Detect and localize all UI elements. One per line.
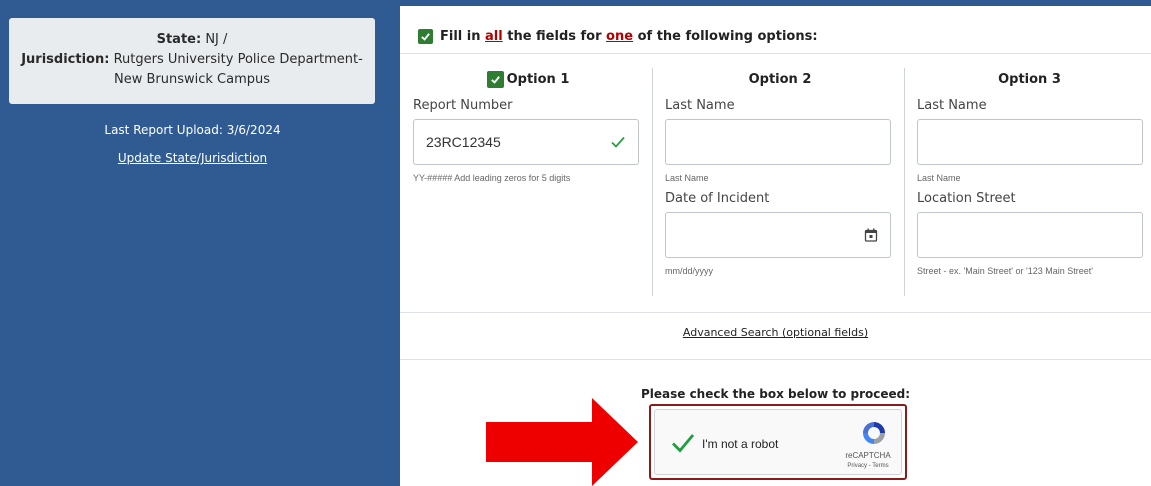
- jurisdiction-value: Rutgers University Police Department-New…: [113, 52, 363, 87]
- report-number-help: YY-##### Add leading zeros for 5 digits: [413, 173, 571, 183]
- report-number-input[interactable]: 23RC12345: [413, 119, 639, 165]
- last-name-input[interactable]: [665, 119, 891, 165]
- state-value: NJ /: [205, 32, 228, 47]
- divider: [400, 359, 1151, 360]
- privacy-terms-links[interactable]: Privacy - Terms: [843, 463, 893, 469]
- date-of-incident-label: Date of Incident: [665, 191, 770, 206]
- last-name-label: Last Name: [665, 98, 735, 113]
- option-2-title: Option 2: [748, 71, 812, 87]
- jurisdiction-label: Jurisdiction:: [21, 52, 110, 67]
- check-icon: [418, 29, 433, 44]
- checkmark-icon[interactable]: [671, 432, 695, 454]
- column-divider: [652, 68, 653, 296]
- report-number-label: Report Number: [413, 98, 513, 113]
- last-name-label: Last Name: [917, 98, 987, 113]
- state-label: State:: [156, 32, 202, 47]
- advanced-search-link[interactable]: Advanced Search (optional fields): [400, 326, 1151, 339]
- last-name-help: Last Name: [917, 173, 961, 183]
- instructions-header: Fill in all the fields for one of the fo…: [400, 20, 1151, 54]
- divider: [400, 312, 1151, 313]
- red-arrow-icon: [486, 398, 638, 486]
- all-emphasis: all: [485, 29, 503, 44]
- calendar-icon[interactable]: [864, 228, 878, 242]
- captcha-highlight: I'm not a robot reCAPTCHA Privacy - Term…: [649, 404, 907, 480]
- sidebar-gap: [385, 6, 400, 486]
- report-number-value: 23RC12345: [426, 134, 501, 150]
- date-help: mm/dd/yyyy: [665, 266, 714, 276]
- top-bar: [385, 0, 1151, 6]
- date-of-incident-input[interactable]: [665, 212, 891, 258]
- update-jurisdiction-link[interactable]: Update State/Jurisdiction: [0, 151, 385, 165]
- one-emphasis: one: [606, 29, 634, 44]
- instructions-text: Fill in all the fields for one of the fo…: [440, 29, 818, 44]
- recaptcha-brand: reCAPTCHA: [845, 451, 891, 460]
- option-1-column: Option 1 Report Number 23RC12345 YY-####…: [404, 68, 652, 183]
- captcha-label: I'm not a robot: [702, 437, 779, 451]
- recaptcha-widget[interactable]: I'm not a robot reCAPTCHA Privacy - Term…: [654, 409, 902, 475]
- last-upload-text: Last Report Upload: 3/6/2024: [104, 123, 281, 137]
- valid-check-icon: [611, 136, 625, 148]
- location-street-input[interactable]: [917, 212, 1143, 258]
- check-icon: [486, 70, 504, 88]
- option-2-column: Option 2 Last Name Last Name Date of Inc…: [656, 68, 904, 276]
- jurisdiction-card: State: NJ / Jurisdiction: Rutgers Univer…: [9, 18, 375, 104]
- recaptcha-logo-icon: [863, 422, 885, 444]
- option-3-column: Option 3 Last Name Last Name Location St…: [908, 68, 1151, 276]
- option-3-title: Option 3: [998, 71, 1061, 87]
- column-divider: [904, 68, 905, 296]
- location-street-help: Street - ex. 'Main Street' or '123 Main …: [917, 266, 1093, 276]
- location-street-label: Location Street: [917, 191, 1016, 206]
- last-name-help: Last Name: [665, 173, 709, 183]
- last-name-input[interactable]: [917, 119, 1143, 165]
- option-1-title: Option 1: [404, 68, 652, 90]
